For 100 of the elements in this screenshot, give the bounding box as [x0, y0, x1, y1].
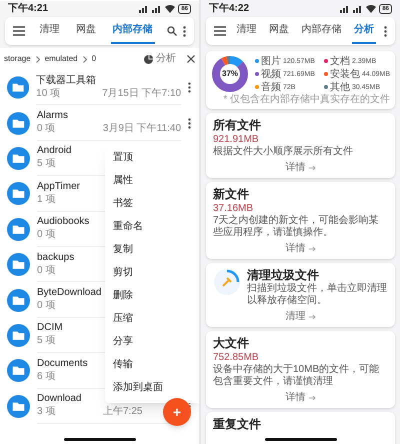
- wifi-icon: [165, 5, 176, 13]
- home-indicator: [64, 438, 136, 441]
- menu-icon[interactable]: [13, 26, 25, 36]
- folder-icon: [7, 146, 30, 170]
- legend-label: 音频: [261, 82, 281, 92]
- legend-label: 图片: [261, 56, 281, 66]
- folder-name: 下载器工具箱: [36, 76, 96, 86]
- details-link[interactable]: 清理: [286, 310, 316, 324]
- menu-item[interactable]: 压缩: [105, 308, 199, 331]
- signal-icon: [139, 5, 150, 13]
- home-indicator: [265, 438, 337, 441]
- folder-name: Documents: [37, 358, 88, 369]
- item-count: 6 项: [37, 372, 56, 382]
- legend-label: 视频: [261, 68, 281, 80]
- item-count: 0 项: [37, 301, 56, 312]
- more-icon[interactable]: [183, 26, 186, 36]
- item-count: 5 项: [37, 159, 56, 170]
- modified-date: 3月9日 下午11:40: [102, 124, 182, 134]
- modified-date: 上午7:25: [103, 407, 142, 418]
- item-count: 1 项: [37, 194, 56, 205]
- folder-icon: [7, 288, 30, 312]
- legend-label: 其他: [330, 82, 350, 92]
- tab[interactable]: 网盘: [266, 18, 291, 44]
- folder-name: Alarms: [36, 111, 68, 122]
- folder-icon: [7, 359, 30, 382]
- wifi-icon: [366, 5, 376, 13]
- card-title: 重复文件: [213, 417, 261, 432]
- folder-icon: [7, 253, 30, 276]
- arrow-icon: [308, 395, 316, 401]
- card-title: 清理垃圾文件: [247, 268, 320, 282]
- tab[interactable]: 内部存储: [299, 18, 344, 44]
- arrow-icon: [308, 165, 316, 171]
- menu-item[interactable]: 重命名: [105, 215, 199, 238]
- size-value: 921.91MB: [213, 133, 260, 146]
- more-icon[interactable]: [188, 82, 191, 94]
- menu-item[interactable]: 添加到桌面: [105, 376, 199, 400]
- folder-name: Download: [37, 394, 82, 404]
- folder-name: AppTimer: [37, 182, 80, 192]
- signal-icon: [353, 5, 364, 13]
- details-link[interactable]: 详情: [286, 391, 316, 405]
- tab[interactable]: 清理: [234, 18, 258, 44]
- folder-icon: [7, 76, 30, 100]
- menu-item[interactable]: 置顶: [105, 146, 199, 170]
- folder-icon: [7, 324, 30, 347]
- folder-icon: [7, 218, 30, 241]
- menu-item[interactable]: 属性: [105, 169, 199, 192]
- analyze-button[interactable]: 分析: [144, 54, 176, 64]
- folder-name: backups: [37, 252, 74, 263]
- folder-icon: [7, 112, 30, 135]
- menu-icon[interactable]: [214, 26, 226, 36]
- donut-chart-drawing: [211, 55, 249, 93]
- tab[interactable]: 分析: [352, 18, 376, 44]
- breadcrumb-item[interactable]: emulated: [44, 55, 78, 63]
- menu-item[interactable]: 删除: [105, 284, 199, 308]
- item-count: 10 项: [36, 88, 62, 99]
- more-icon[interactable]: [188, 118, 191, 129]
- broom-icon: [213, 268, 241, 296]
- folder-icon: [7, 182, 30, 206]
- legend-label: 安装包: [330, 68, 360, 80]
- menu-item[interactable]: 书签: [105, 192, 199, 216]
- details-link[interactable]: 详情: [286, 242, 316, 256]
- card-title: 所有文件: [213, 118, 262, 133]
- details-link[interactable]: 详情: [286, 161, 316, 175]
- more-icon[interactable]: [384, 26, 387, 36]
- breadcrumb-item[interactable]: 0: [92, 55, 96, 63]
- status-time: 下午4:22: [209, 4, 250, 14]
- size-value: 752.85MB: [213, 351, 260, 364]
- signal-icon: [340, 5, 350, 13]
- breadcrumb-item[interactable]: storage: [4, 55, 31, 63]
- card-description: 根据文件大小顺序展示所有文件: [213, 146, 354, 158]
- chevron-icon: [36, 56, 40, 62]
- percent-label: 37%: [222, 70, 238, 78]
- size-value: 37.16MB: [213, 202, 254, 214]
- item-count: 0 项: [37, 266, 56, 276]
- menu-item[interactable]: 分享: [105, 330, 199, 354]
- tab[interactable]: 网盘: [74, 18, 98, 44]
- folder-icon: [7, 394, 30, 418]
- folder-name: DCIM: [37, 323, 63, 334]
- folder-name: Android: [37, 146, 72, 156]
- arrow-icon: [308, 246, 316, 252]
- card-description: 扫描到垃圾文件，单击立即清理以释放存储空间。: [247, 283, 388, 307]
- chevron-icon: [82, 56, 87, 62]
- menu-item[interactable]: 剪切: [105, 261, 199, 285]
- close-icon[interactable]: [187, 55, 195, 63]
- search-icon[interactable]: [167, 26, 177, 36]
- arrow-icon: [308, 314, 316, 320]
- folder-name: ByteDownload: [37, 288, 102, 298]
- tab[interactable]: 清理: [37, 18, 62, 44]
- item-count: 3 项: [37, 407, 56, 418]
- menu-item[interactable]: 传输: [105, 354, 199, 377]
- status-time: 下午4:21: [8, 4, 48, 14]
- card-title: 新文件: [213, 187, 250, 202]
- card-title: 大文件: [213, 336, 250, 351]
- footnote: * 仅包含在内部存储中真实存在的文件: [222, 94, 390, 105]
- item-count: 5 项: [37, 336, 56, 346]
- menu-item[interactable]: 复制: [105, 238, 199, 262]
- card-description: 7天之内创建的新文件，可能会影响某些应用程序，请谨慎操作。: [213, 215, 380, 239]
- folder-name: Audiobooks: [37, 217, 90, 228]
- tab[interactable]: 内部存储: [110, 18, 155, 44]
- signal-icon: [152, 5, 162, 13]
